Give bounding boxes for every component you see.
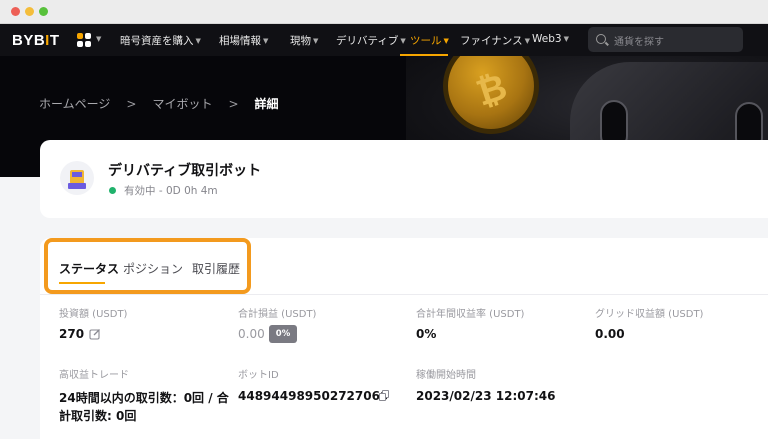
chevron-right-icon: > <box>126 97 137 111</box>
apps-grid-icon[interactable] <box>77 33 93 49</box>
breadcrumb-home[interactable]: ホームページ <box>39 97 110 111</box>
chevron-down-icon: ▼ <box>313 37 319 45</box>
nav-item-spot[interactable]: 現物 ▼ <box>290 33 318 48</box>
high-trades-label: 高収益トレード <box>59 370 129 381</box>
chevron-down-icon: ▼ <box>563 35 569 43</box>
annual-yield-label: 合計年間収益率 (USDT) <box>416 309 525 320</box>
top-navigation: BYBIT ▼ 暗号資産を購入 ▼ 相場情報 ▼ 現物 ▼ デリバティブ ▼ ツール ▼ … <box>0 24 768 56</box>
search-placeholder: 通貨を探す <box>614 37 664 48</box>
minimize-window-button[interactable] <box>25 7 34 16</box>
tabs-highlight-box <box>44 238 251 294</box>
grid-profit-value: 0.00 <box>595 327 625 341</box>
bot-id-label: ボットID <box>238 370 279 381</box>
chevron-right-icon: > <box>228 97 239 111</box>
logo-text-end: T <box>49 32 60 49</box>
copy-icon[interactable] <box>379 390 390 401</box>
edit-icon[interactable] <box>89 328 101 340</box>
search-icon <box>596 34 606 44</box>
nav-item-label: 暗号資産を購入 <box>120 35 194 47</box>
chevron-down-icon: ▼ <box>400 37 406 45</box>
browser-window: BYBIT ▼ 暗号資産を購入 ▼ 相場情報 ▼ 現物 ▼ デリバティブ ▼ ツール ▼ … <box>0 0 768 439</box>
chevron-down-icon: ▼ <box>443 37 449 45</box>
nav-item-markets[interactable]: 相場情報 ▼ <box>219 33 268 48</box>
divider <box>40 294 768 295</box>
status-dot <box>109 187 116 194</box>
trading-bot-icon <box>60 161 94 195</box>
chevron-down-icon: ▼ <box>263 37 269 45</box>
bot-title: デリバティブ取引ボット <box>108 163 262 179</box>
search-input[interactable]: 通貨を探す <box>588 27 743 52</box>
nav-item-finance[interactable]: ファイナンス ▼ <box>460 33 530 48</box>
pnl-percent-badge: 0% <box>269 325 297 343</box>
chevron-down-icon: ▼ <box>96 35 102 43</box>
breadcrumb-current: 詳細 <box>254 97 279 111</box>
bot-id-value: 448944989502727060 <box>238 389 389 403</box>
maximize-window-button[interactable] <box>39 7 48 16</box>
nav-item-label: 現物 <box>290 35 311 47</box>
nav-item-label: ツール <box>410 35 442 47</box>
bybit-logo[interactable]: BYBIT <box>12 32 60 49</box>
total-pnl-value: 0.00 <box>238 327 265 341</box>
logo-text: BYB <box>12 32 46 49</box>
bot-status: 有効中 - 0D 0h 4m <box>124 185 218 197</box>
chevron-down-icon: ▼ <box>195 37 201 45</box>
investment-label: 投資額 (USDT) <box>59 309 128 320</box>
nav-item-label: ファイナンス <box>460 35 523 47</box>
breadcrumb: ホームページ > マイボット > 詳細 <box>39 95 279 112</box>
high-trades-value-line2: 計取引数: 0回 <box>59 409 137 423</box>
annual-yield-value: 0% <box>416 327 437 341</box>
high-trades-value-line1: 24時間以内の取引数：0回 / 合 <box>59 391 229 405</box>
nav-item-tools[interactable]: ツール ▼ <box>410 33 449 48</box>
chevron-down-icon: ▼ <box>524 37 530 45</box>
close-window-button[interactable] <box>11 7 20 16</box>
nav-item-web3[interactable]: Web3 ▼ <box>532 33 569 45</box>
nav-item-derivatives[interactable]: デリバティブ ▼ <box>336 33 406 48</box>
start-time-label: 稼働開始時間 <box>416 370 476 381</box>
nav-item-label: Web3 <box>532 33 562 45</box>
start-time-value: 2023/02/23 12:07:46 <box>416 389 556 403</box>
bot-header-card: デリバティブ取引ボット 有効中 - 0D 0h 4m <box>40 140 768 218</box>
breadcrumb-mybot[interactable]: マイボット <box>152 97 212 111</box>
title-bar <box>0 0 768 24</box>
total-pnl-label: 合計損益 (USDT) <box>238 309 317 320</box>
nav-item-buy-crypto[interactable]: 暗号資産を購入 ▼ <box>120 33 201 48</box>
nav-item-label: デリバティブ <box>336 35 399 47</box>
grid-profit-label: グリッド収益額 (USDT) <box>595 309 704 320</box>
investment-value: 270 <box>59 327 85 341</box>
nav-item-label: 相場情報 <box>219 35 261 47</box>
